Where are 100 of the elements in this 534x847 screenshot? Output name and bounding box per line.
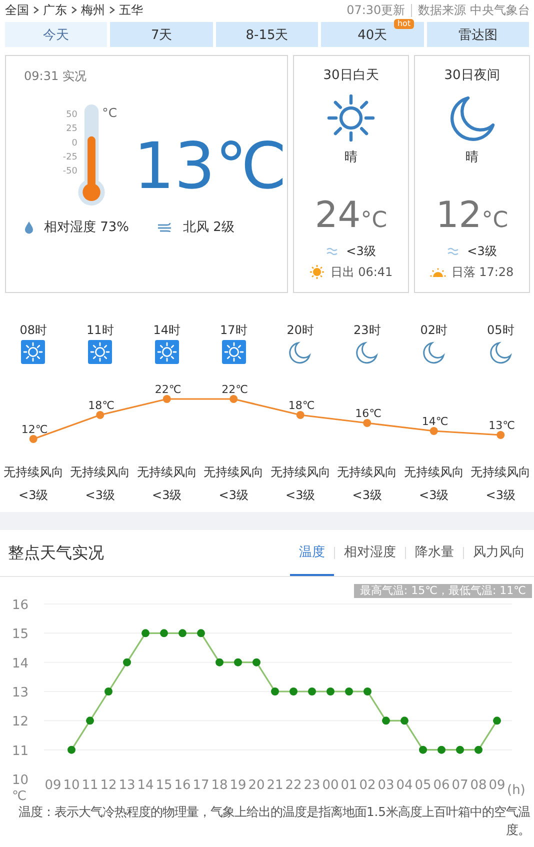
scale-label: 50 — [66, 110, 78, 120]
wind-direction: 无持续风向 — [70, 464, 130, 481]
wind-icon — [157, 222, 174, 232]
hour-label: 05时 — [486, 322, 514, 339]
axis-label: 16 — [174, 778, 191, 793]
axis-label: 05 — [414, 778, 432, 793]
unit-label: ℃ — [302, 399, 315, 412]
data-point — [496, 431, 505, 439]
sun-icon — [88, 340, 112, 364]
scale-label: 0 — [72, 138, 78, 148]
data-point — [86, 716, 94, 725]
temperature-label: 16 — [355, 407, 370, 420]
data-point — [474, 746, 482, 754]
axis-label: 09 — [44, 778, 62, 793]
data-point — [216, 658, 224, 666]
moon-icon — [488, 340, 513, 364]
forecast-tab[interactable]: 7天 — [110, 22, 213, 47]
axis-label: 11 — [82, 778, 98, 793]
axis-label: 17 — [192, 778, 210, 793]
data-point — [290, 688, 298, 696]
axis-label: 16 — [12, 598, 29, 613]
weather-condition: 晴 — [344, 149, 358, 167]
breadcrumb-link[interactable]: 全国 — [5, 2, 29, 18]
wind-icon — [447, 247, 460, 255]
chart-tab[interactable]: 相对湿度 — [335, 530, 405, 576]
data-point — [364, 688, 372, 696]
sun-icon — [21, 340, 46, 364]
axis-label: 21 — [266, 778, 284, 793]
chart-tab[interactable]: 风力风向 — [464, 530, 534, 576]
data-source: 数据来源 中央气象台 — [418, 2, 530, 18]
temperature-label: 18 — [88, 399, 102, 412]
sunset-time: 日落 17:28 — [451, 264, 514, 280]
data-point — [363, 419, 372, 427]
forecast-tab[interactable]: 8-15天 — [216, 22, 318, 47]
data-point — [96, 411, 104, 419]
scale-label: -50 — [62, 166, 78, 177]
axis-label: 22 — [285, 778, 302, 793]
axis-label: 14 — [12, 656, 29, 672]
sunrise-time: 日出 06:41 — [330, 264, 393, 280]
temperature-label: 22 — [222, 383, 236, 396]
wind-level: <3级 — [286, 487, 316, 504]
unit-label: °C — [102, 104, 117, 120]
breadcrumb-link[interactable]: 梅州 — [81, 2, 105, 18]
axis-label: 00 — [322, 778, 339, 793]
data-point — [104, 688, 112, 696]
data-point — [419, 746, 427, 754]
water-drop-icon — [24, 220, 34, 234]
axis-label: 13 — [12, 686, 29, 700]
wind-level: <3级 — [419, 487, 449, 504]
temperature-summary: 最高气温: 15℃，最低气温: 11℃ — [354, 584, 532, 598]
axis-label: 08 — [470, 778, 487, 793]
data-point — [162, 395, 171, 403]
axis-label: 07 — [452, 778, 468, 793]
axis-label: 13 — [118, 778, 136, 793]
temperature: 24°C — [314, 196, 388, 236]
data-point — [271, 688, 279, 696]
hour-label: 17时 — [220, 322, 248, 339]
temperature-label: 14 — [422, 415, 436, 428]
scale-label: 25 — [66, 124, 78, 134]
scale-label: -25 — [62, 152, 78, 162]
forecast-tab[interactable]: 雷达图 — [426, 22, 529, 47]
axis-label: 12 — [12, 714, 29, 730]
data-point — [430, 427, 438, 435]
axis-label: 01 — [340, 778, 358, 793]
breadcrumb-link[interactable]: 广东 — [43, 2, 67, 18]
data-point — [234, 658, 242, 666]
axis-label: 10 — [12, 773, 29, 788]
axis-label: 15 — [156, 778, 172, 793]
axis-label: 06 — [433, 778, 450, 793]
data-point — [29, 435, 38, 443]
moon-icon — [288, 340, 312, 364]
chevron-icon — [33, 6, 39, 14]
wind-direction: 无持续风向 — [470, 464, 531, 481]
axis-label: 02 — [359, 778, 376, 793]
unit-label: ℃ — [168, 383, 182, 396]
wind-direction: 无持续风向 — [204, 464, 264, 481]
forecast-tab[interactable]: 今天 — [5, 22, 108, 47]
chart-tab[interactable]: 降水量 — [406, 530, 463, 576]
unit-label: ℃ — [369, 407, 382, 420]
sun-icon — [222, 340, 246, 364]
update-time: 07:30更新 — [346, 2, 406, 18]
temperature-label: 22 — [154, 383, 169, 396]
data-point — [142, 629, 150, 638]
period-title: 30日白天 — [323, 67, 379, 85]
axis-label: 15 — [12, 627, 29, 642]
forecast-tab[interactable]: 40天 hot — [321, 22, 424, 47]
axis-label: 11 — [12, 744, 29, 759]
humidity-text: 相对湿度 73% — [44, 219, 130, 236]
axis-label: 14 — [137, 778, 154, 793]
unit-label: ℃ — [102, 399, 114, 412]
axis-label: 09 — [488, 778, 506, 793]
sunset-icon — [430, 265, 446, 279]
description-text: 温度：表示大气冷热程度的物理量，气象上给出的温度是指离地面1.5米高度上百叶箱中的空气温度。 — [17, 804, 531, 839]
data-point — [382, 716, 390, 725]
data-point — [400, 716, 408, 725]
breadcrumb-link[interactable]: 五华 — [119, 2, 143, 18]
wind-text: 北风 2级 — [183, 219, 234, 236]
unit-label: ℃ — [436, 415, 448, 428]
data-point — [308, 688, 316, 696]
axis-label: 18 — [211, 778, 228, 793]
